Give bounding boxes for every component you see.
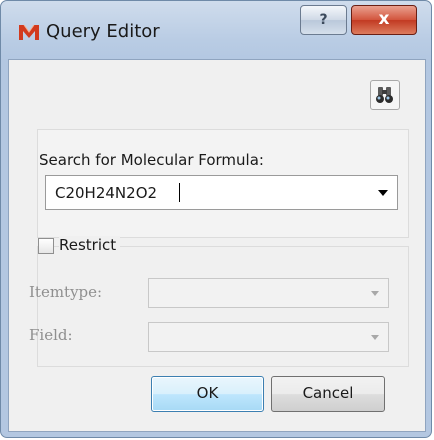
formula-combobox[interactable]: C20H24N2O2 [45,175,398,210]
m-logo-icon [18,23,40,41]
restrict-checkbox[interactable] [38,238,54,254]
restrict-label[interactable]: Restrict [59,236,121,254]
ok-button[interactable]: OK [151,376,264,412]
itemtype-select [148,278,389,308]
help-icon: ? [319,12,328,28]
text-caret [179,183,180,202]
close-button[interactable]: x [351,5,417,35]
itemtype-label: Itemtype: [29,283,103,301]
close-icon: x [378,9,390,29]
find-tool-button[interactable] [370,80,400,110]
window-title: Query Editor [46,21,160,42]
query-editor-window: Query Editor ? x Search for Molecular Fo… [0,0,432,438]
chevron-down-icon [371,335,379,340]
help-button[interactable]: ? [300,5,347,35]
cancel-button-label: Cancel [302,384,354,402]
field-select [148,322,389,352]
formula-input[interactable]: C20H24N2O2 [55,184,157,202]
chevron-down-icon[interactable] [378,190,388,196]
dialog-body: Search for Molecular Formula: C20H24N2O2… [8,59,426,432]
search-label: Search for Molecular Formula: [39,151,264,169]
cancel-button[interactable]: Cancel [271,376,385,412]
field-label: Field: [29,326,73,344]
title-bar[interactable]: Query Editor ? x [1,1,431,59]
ok-button-label: OK [196,384,219,402]
chevron-down-icon [371,291,379,296]
